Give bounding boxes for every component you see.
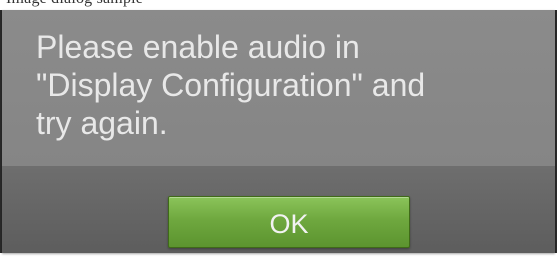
message-area: Please enable audio in "Display Configur… [2, 10, 555, 166]
top-strip-text: Image dialog sample [6, 0, 143, 8]
audio-alert-dialog: Please enable audio in "Display Configur… [2, 10, 555, 253]
dialog-message: Please enable audio in "Display Configur… [36, 29, 426, 141]
dialog-button-bar: OK [2, 166, 555, 253]
screen-frame: Image dialog sample Please enable audio … [0, 0, 557, 259]
ok-button[interactable]: OK [168, 196, 410, 248]
top-strip: Image dialog sample [0, 0, 557, 10]
